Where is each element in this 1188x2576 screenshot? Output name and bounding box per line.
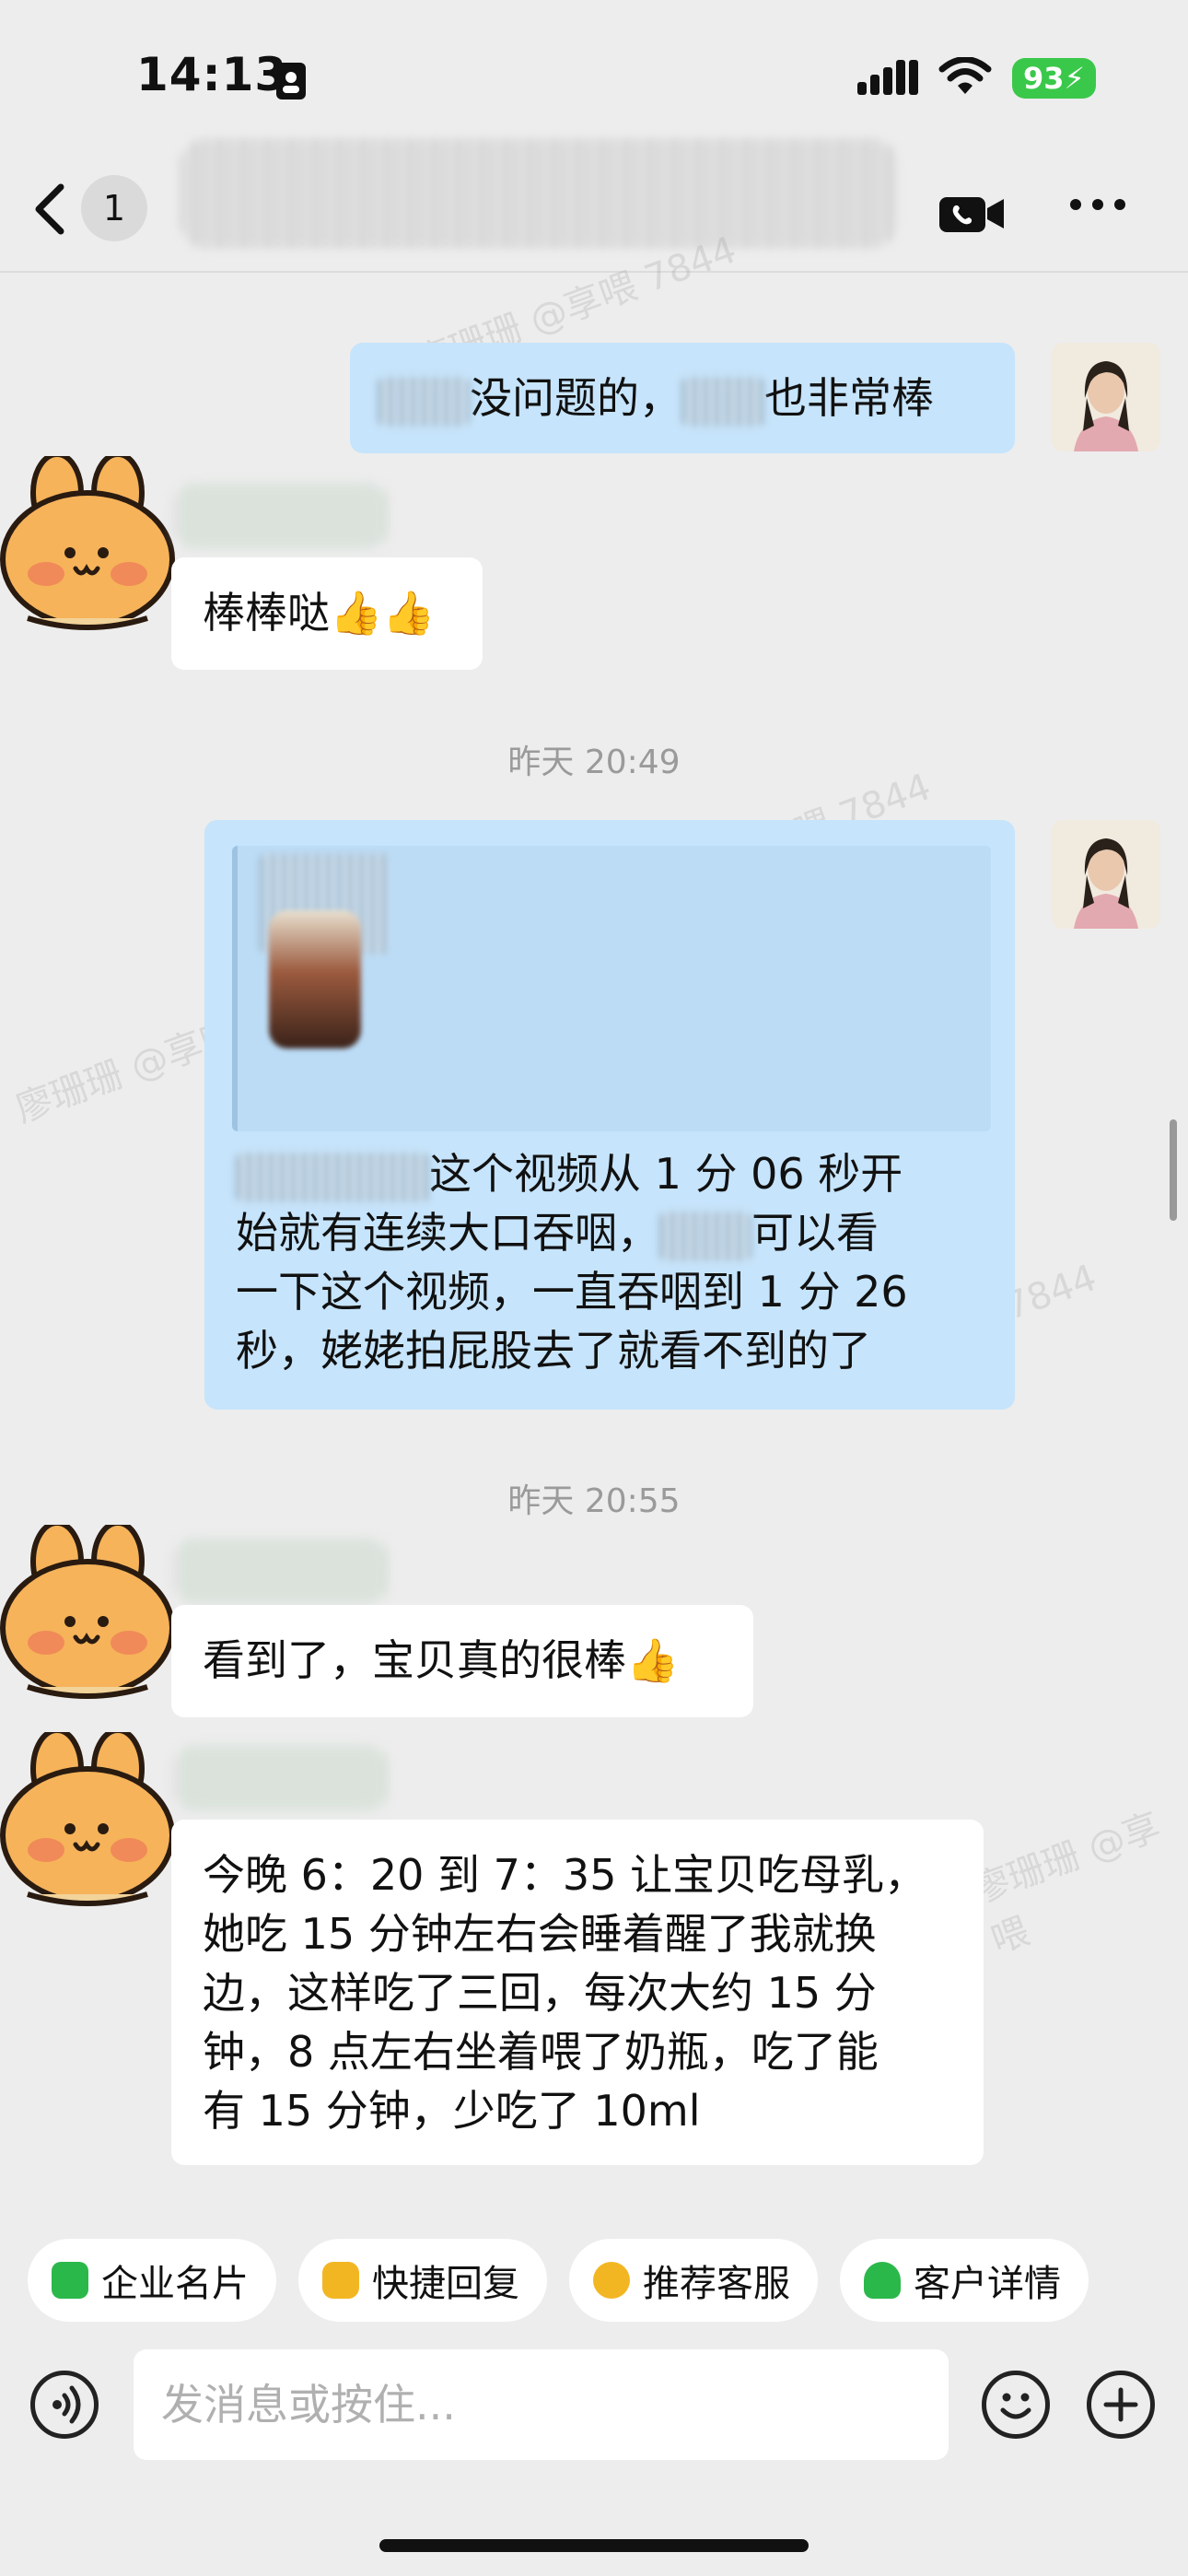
sender-name-redacted [175,484,387,548]
watermark: 廖珊珊 @享喂 [967,1805,1167,1962]
redacted-name [681,376,764,427]
redacted-name [236,1152,429,1202]
customer-icon [864,2262,901,2299]
home-indicator [379,2539,809,2552]
sender-name-redacted [175,1539,387,1603]
message-bubble-outgoing[interactable]: 没问题的， 也非常棒 [350,343,1015,453]
bunny-avatar-icon [0,451,175,630]
bunny-avatar-icon [0,1727,175,1906]
battery-indicator: 93⚡ [1012,58,1096,99]
service-icon [593,2262,630,2299]
quick-action-recommend-service[interactable]: 推荐客服 [569,2239,818,2322]
message-bubble-outgoing[interactable]: 这个视频从 1 分 06 秒开 始就有连续大口吞咽， 可以看 一下这个视频，一直吞… [204,820,1015,1410]
quick-reply-icon [322,2262,359,2299]
id-card-icon [274,61,308,105]
my-avatar[interactable] [1052,820,1160,929]
my-avatar[interactable] [1052,343,1160,451]
quick-action-quick-reply[interactable]: 快捷回复 [298,2239,547,2322]
message-bubble-incoming[interactable]: 看到了，宝贝真的很棒👍 [171,1605,753,1717]
quick-action-customer-details[interactable]: 客户详情 [840,2239,1089,2322]
quoted-video-message[interactable] [232,846,991,1131]
video-thumbnail[interactable] [269,910,361,1048]
status-indicators: 93⚡ [857,56,1096,100]
contact-avatar[interactable] [0,1727,184,1920]
quick-action-business-card[interactable]: 企业名片 [28,2239,276,2322]
message-timestamp: 昨天 20:49 [507,744,681,781]
wifi-icon [938,56,992,100]
emoji-button[interactable] [982,2371,1050,2439]
redacted-name [659,1211,751,1261]
status-time: 14:13 [136,48,288,101]
quick-action-bar: 企业名片 快捷回复 推荐客服 客户详情 [0,2211,1188,2349]
unread-badge[interactable]: 1 [81,175,147,241]
signal-icon [857,58,918,99]
more-options-button[interactable] [1068,195,1127,217]
video-call-button[interactable] [938,192,1007,240]
contact-avatar[interactable] [0,451,184,644]
bunny-avatar-icon [0,1520,175,1699]
message-bubble-incoming[interactable]: 棒棒哒👍👍 [171,557,483,670]
contact-avatar[interactable] [0,1520,184,1713]
voice-input-button[interactable] [30,2371,99,2439]
card-icon [52,2262,88,2299]
redacted-name [378,376,470,427]
sender-name-redacted [175,1746,387,1810]
scrollbar[interactable] [1170,1119,1177,1221]
back-button[interactable] [28,180,74,239]
charging-icon: ⚡ [1064,61,1085,96]
message-bubble-incoming[interactable]: 今晚 6：20 到 7：35 让宝贝吃母乳， 她吃 15 分钟左右会睡着醒了我就… [171,1820,984,2165]
chat-title-redacted [180,138,898,249]
message-input[interactable]: 发消息或按住... [134,2349,949,2460]
add-attachment-button[interactable] [1087,2371,1155,2439]
message-timestamp: 昨天 20:55 [507,1482,681,1520]
